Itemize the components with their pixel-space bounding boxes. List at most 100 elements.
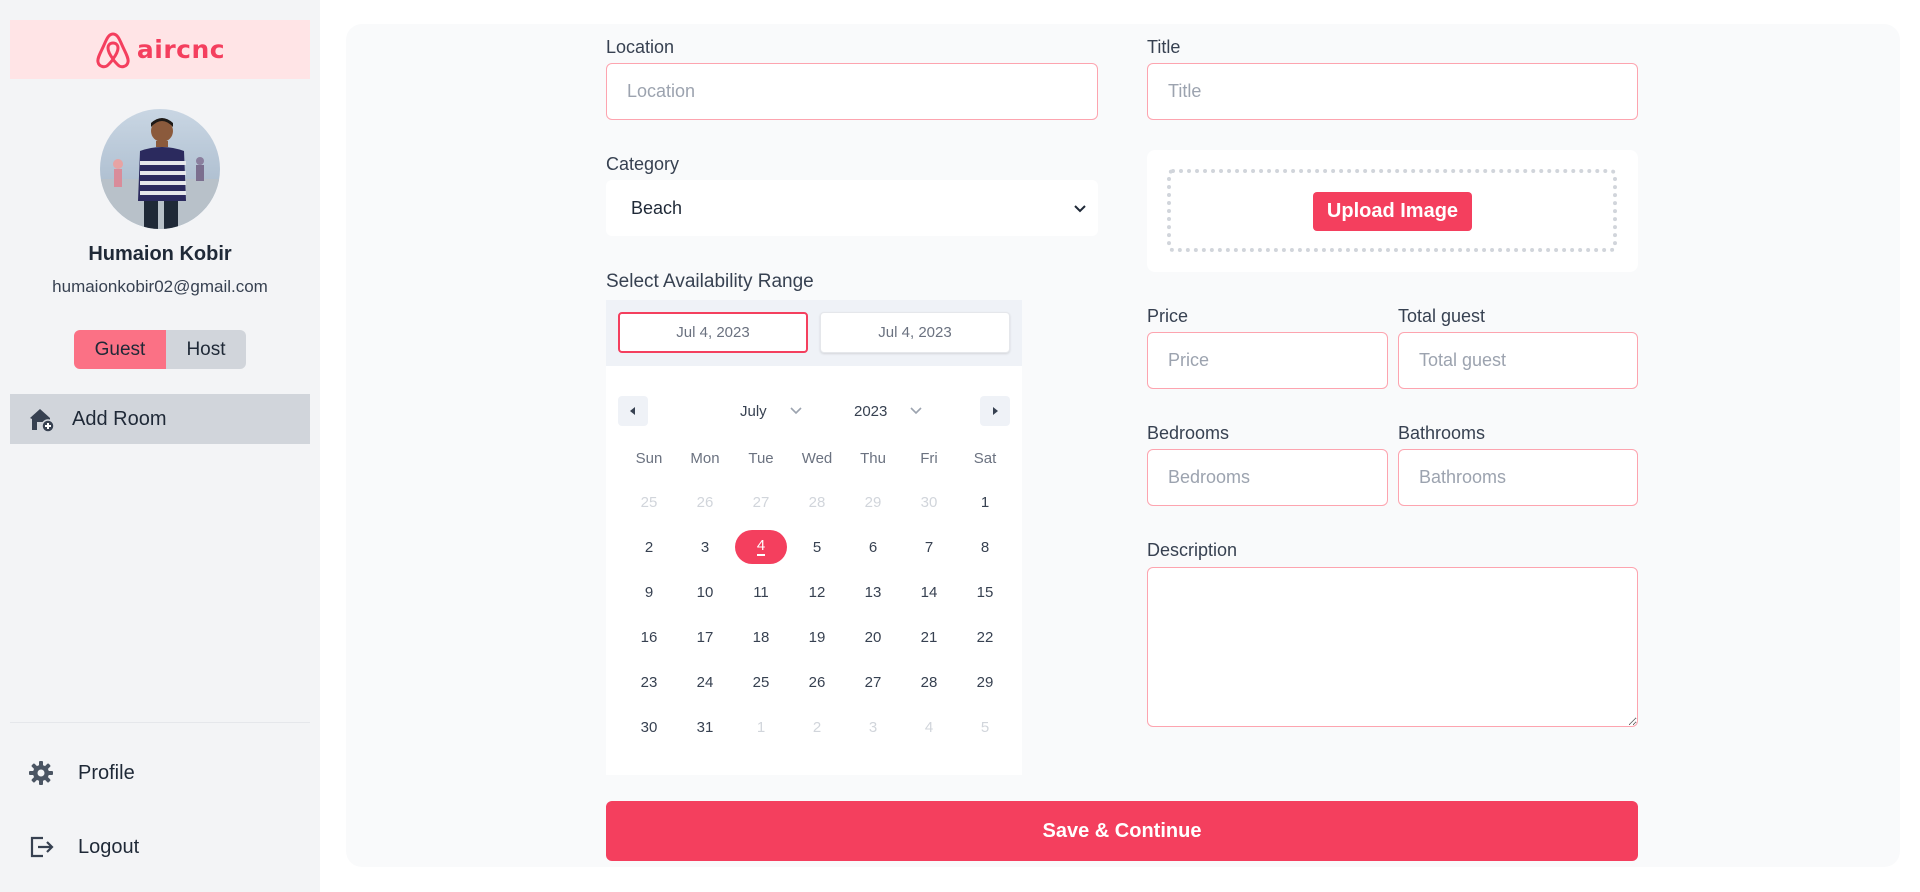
calendar-day[interactable]: 31 — [679, 710, 731, 744]
bathrooms-label: Bathrooms — [1398, 423, 1486, 443]
logout-icon — [30, 836, 54, 858]
weekday-label: Sat — [973, 450, 997, 467]
chevron-down-icon — [1074, 205, 1086, 213]
calendar-day[interactable]: 5 — [791, 530, 843, 564]
calendar-day[interactable]: 29 — [959, 665, 1011, 699]
sidebar-item-label: Add Room — [72, 407, 167, 430]
availability-label: Select Availability Range — [606, 271, 814, 292]
user-email: humaionkobir02@gmail.com — [52, 277, 268, 296]
category-label: Category — [606, 154, 680, 174]
calendar-day[interactable]: 15 — [959, 575, 1011, 609]
calendar-day-outside[interactable]: 30 — [903, 485, 955, 519]
calendar-day[interactable]: 17 — [679, 620, 731, 654]
calendar-day[interactable]: 22 — [959, 620, 1011, 654]
calendar-day[interactable]: 21 — [903, 620, 955, 654]
bathrooms-input[interactable] — [1398, 449, 1638, 506]
calendar-day[interactable]: 30 — [623, 710, 675, 744]
calendar-day[interactable]: 25 — [735, 665, 787, 699]
calendar-day-selected[interactable]: 4 — [735, 530, 787, 564]
calendar-day[interactable]: 27 — [847, 665, 899, 699]
guest-button[interactable]: Guest — [74, 330, 166, 369]
category-value: Beach — [631, 197, 683, 218]
calendar-day-outside[interactable]: 2 — [791, 710, 843, 744]
calendar-day-outside[interactable]: 27 — [735, 485, 787, 519]
save-continue-button[interactable]: Save & Continue — [606, 801, 1638, 861]
weekday-label: Wed — [801, 450, 833, 467]
airbnb-logo-icon — [96, 32, 130, 68]
calendar-day-outside[interactable]: 29 — [847, 485, 899, 519]
chevron-down-icon — [910, 407, 922, 415]
caret-right-icon — [993, 407, 998, 415]
calendar-day[interactable]: 8 — [959, 530, 1011, 564]
brand-logo[interactable]: aircnc — [10, 20, 310, 79]
title-input[interactable] — [1147, 63, 1638, 120]
calendar-day[interactable]: 6 — [847, 530, 899, 564]
calendar-day[interactable]: 10 — [679, 575, 731, 609]
end-date-input[interactable]: Jul 4, 2023 — [820, 312, 1010, 353]
calendar-day[interactable]: 24 — [679, 665, 731, 699]
weekday-label: Sun — [635, 450, 663, 467]
calendar-day[interactable]: 18 — [735, 620, 787, 654]
weekday-label: Mon — [690, 450, 720, 467]
calendar-day[interactable]: 20 — [847, 620, 899, 654]
brand-name: aircnc — [136, 35, 226, 64]
sidebar-item-label: Profile — [78, 761, 135, 784]
weekday-label: Fri — [920, 450, 938, 467]
calendar-day-outside[interactable]: 26 — [679, 485, 731, 519]
calendar-day-outside[interactable]: 1 — [735, 710, 787, 744]
calendar-day[interactable]: 23 — [623, 665, 675, 699]
start-date-input[interactable]: Jul 4, 2023 — [618, 312, 808, 353]
calendar-day[interactable]: 14 — [903, 575, 955, 609]
calendar-day-outside[interactable]: 4 — [903, 710, 955, 744]
category-select[interactable]: Beach — [606, 180, 1098, 236]
sidebar-item-add-room[interactable]: Add Room — [10, 394, 310, 444]
location-input[interactable] — [606, 63, 1098, 120]
caret-left-icon — [630, 407, 635, 415]
calendar-day[interactable]: 9 — [623, 575, 675, 609]
price-label: Price — [1147, 306, 1189, 326]
month-select[interactable]: July — [740, 396, 803, 426]
weekday-label: Tue — [748, 450, 774, 467]
date-range-inputs: Jul 4, 2023 Jul 4, 2023 — [606, 300, 1022, 366]
weekday-label: Thu — [860, 450, 886, 467]
year-select[interactable]: 2023 — [854, 396, 923, 426]
calendar-day-outside[interactable]: 28 — [791, 485, 843, 519]
prev-month-button[interactable] — [618, 396, 648, 426]
gear-icon — [29, 761, 53, 785]
year-value: 2023 — [854, 402, 888, 420]
chevron-down-icon — [790, 407, 802, 415]
calendar-day-outside[interactable]: 5 — [959, 710, 1011, 744]
calendar-day-label: 4 — [756, 537, 766, 556]
calendar-day[interactable]: 3 — [679, 530, 731, 564]
calendar-day[interactable]: 13 — [847, 575, 899, 609]
calendar-day[interactable]: 28 — [903, 665, 955, 699]
calendar-day[interactable]: 26 — [791, 665, 843, 699]
bedrooms-input[interactable] — [1147, 449, 1388, 506]
month-value: July — [740, 402, 767, 420]
sidebar: aircnc Humaion Kobir humaionkobir02@gmai… — [0, 0, 320, 892]
total-guest-input[interactable] — [1398, 332, 1638, 389]
calendar-day[interactable]: 1 — [959, 485, 1011, 519]
description-textarea[interactable] — [1147, 567, 1638, 727]
sidebar-item-label: Logout — [78, 835, 140, 858]
host-button[interactable]: Host — [166, 330, 246, 369]
total-guest-label: Total guest — [1398, 306, 1486, 326]
next-month-button[interactable] — [980, 396, 1010, 426]
sidebar-item-logout[interactable]: Logout — [28, 829, 308, 865]
calendar-day[interactable]: 16 — [623, 620, 675, 654]
sidebar-item-profile[interactable]: Profile — [28, 755, 308, 791]
calendar-day[interactable]: 7 — [903, 530, 955, 564]
price-input[interactable] — [1147, 332, 1388, 389]
calendar-day[interactable]: 12 — [791, 575, 843, 609]
sidebar-divider — [10, 722, 310, 723]
bedrooms-label: Bedrooms — [1147, 423, 1230, 443]
upload-image-button[interactable]: Upload Image — [1313, 192, 1472, 231]
calendar-day-outside[interactable]: 3 — [847, 710, 899, 744]
calendar-day[interactable]: 2 — [623, 530, 675, 564]
calendar-day-outside[interactable]: 25 — [623, 485, 675, 519]
calendar-day[interactable]: 11 — [735, 575, 787, 609]
calendar-day[interactable]: 19 — [791, 620, 843, 654]
date-range-picker: Jul 4, 2023 Jul 4, 2023 July 2023 Sun Mon… — [606, 300, 1022, 775]
avatar — [100, 109, 220, 229]
role-toggle: Guest Host — [74, 330, 246, 369]
